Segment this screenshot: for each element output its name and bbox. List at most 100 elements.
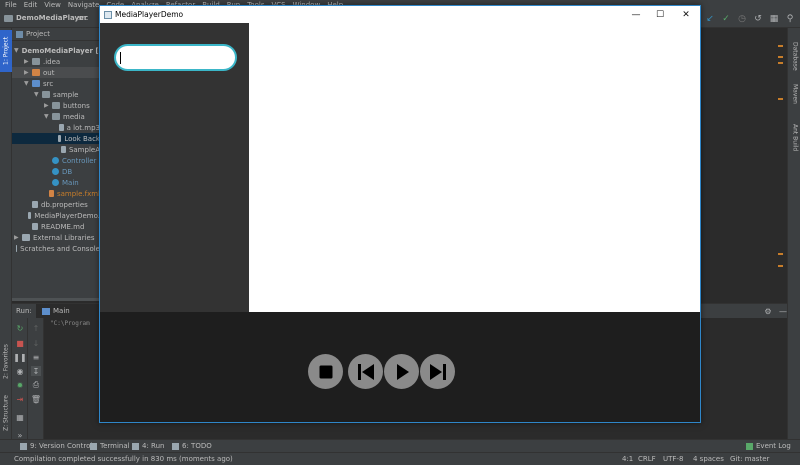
tree-item[interactable]: a lot.mp3 (12, 122, 100, 133)
tree-item[interactable]: Look Back (12, 133, 100, 144)
stop-button[interactable] (308, 354, 343, 389)
down-arrow-icon[interactable]: ↓ (31, 338, 41, 348)
tab-version-control[interactable]: 9: Version Control (20, 442, 92, 450)
layout-icon[interactable]: ▦ (15, 412, 25, 422)
tree-item[interactable]: MediaPlayerDemo. (12, 210, 100, 221)
minimize-icon[interactable]: — (778, 306, 788, 316)
breadcrumb-src[interactable]: src (78, 14, 88, 22)
tree-item[interactable]: ▼ sample (12, 89, 100, 100)
pause-icon[interactable]: ❚❚ (13, 352, 26, 362)
previous-icon (357, 363, 374, 380)
status-message[interactable]: Compilation completed successfully in 83… (14, 455, 233, 463)
tree-item[interactable]: DB (12, 166, 100, 177)
horizontal-scrollbar[interactable] (12, 298, 100, 301)
chevron-down-icon[interactable]: ▼ (24, 80, 32, 87)
gear-icon[interactable]: ⚙ (763, 306, 773, 316)
tree-item[interactable]: ▶ out (12, 67, 100, 78)
chevron-down-icon[interactable]: ▼ (34, 91, 42, 98)
tree-item[interactable]: sample.fxml (12, 188, 100, 199)
tree-item[interactable]: ▶ External Libraries (12, 232, 100, 243)
media-player-content (100, 23, 700, 422)
scroll-to-end-icon[interactable]: ↧ (31, 366, 41, 376)
history-icon[interactable]: ◷ (736, 13, 748, 25)
camera-icon[interactable]: ◉ (15, 366, 25, 376)
tab-ant-build[interactable]: Ant Build (789, 124, 800, 160)
commit-icon[interactable]: ✓ (720, 13, 732, 25)
play-button[interactable] (384, 354, 419, 389)
chevron-right-icon[interactable]: ▶ (24, 69, 32, 76)
update-icon[interactable]: ↙ (704, 13, 716, 25)
chevron-right-icon[interactable]: ▶ (24, 58, 32, 65)
tab-maven[interactable]: Maven (789, 84, 800, 114)
soft-wrap-icon[interactable]: ≡ (31, 352, 41, 362)
folder-icon (32, 58, 40, 65)
tree-item[interactable]: ▼ media (12, 111, 100, 122)
exit-icon[interactable]: ⇥ (15, 394, 25, 404)
stripe-mark[interactable] (778, 265, 783, 267)
tree-item[interactable]: README.md (12, 221, 100, 232)
stripe-mark[interactable] (778, 62, 783, 64)
tree-item[interactable]: Scratches and Console (12, 243, 100, 254)
print-icon[interactable]: ⎙ (31, 380, 41, 390)
search-field-container (114, 44, 237, 71)
stripe-mark[interactable] (778, 253, 783, 255)
bottom-tool-tabs: 9: Version Control Terminal 4: Run 6: TO… (0, 439, 800, 452)
file-icon (60, 146, 66, 153)
video-area[interactable] (249, 23, 700, 312)
chevron-right-icon[interactable]: ▶ (14, 234, 22, 241)
tree-item[interactable]: ▶ .idea (12, 56, 100, 67)
project-panel-header[interactable]: Project (12, 28, 100, 41)
menu-file[interactable]: File (5, 1, 17, 9)
chevron-down-icon[interactable]: ▼ (44, 113, 52, 120)
tree-item[interactable]: db.properties (12, 199, 100, 210)
line-separator[interactable]: CRLF (638, 455, 656, 463)
next-button[interactable] (420, 354, 455, 389)
stripe-mark[interactable] (778, 45, 783, 47)
window-titlebar[interactable]: MediaPlayerDemo — ☐ ✕ (100, 6, 700, 23)
project-panel-title: Project (26, 30, 50, 38)
rollback-icon[interactable]: ↺ (752, 13, 764, 25)
git-branch[interactable]: Git: master (730, 455, 769, 463)
tab-terminal[interactable]: Terminal (90, 442, 130, 450)
console-output[interactable]: "C:\Program (50, 320, 90, 327)
tree-item[interactable]: Controller (12, 155, 100, 166)
tab-database[interactable]: Database (789, 42, 800, 82)
tree-item-label: Look Back (64, 134, 100, 143)
tree-item[interactable]: Main (12, 177, 100, 188)
tree-item[interactable]: SampleA (12, 144, 100, 155)
tab-todo[interactable]: 6: TODO (172, 442, 212, 450)
previous-button[interactable] (348, 354, 383, 389)
stripe-mark[interactable] (778, 98, 783, 100)
tree-item[interactable]: ▶ buttons (12, 100, 100, 111)
chevron-right-icon[interactable]: ▶ (44, 102, 52, 109)
tab-run[interactable]: 4: Run (132, 442, 164, 450)
search-input[interactable] (121, 51, 221, 64)
tab-structure[interactable]: Z: Structure (0, 390, 12, 436)
layout-icon[interactable]: ▦ (768, 13, 780, 25)
rerun-icon[interactable]: ↻ (15, 323, 25, 333)
tab-project[interactable]: 1: Project (0, 30, 12, 72)
up-arrow-icon[interactable]: ↑ (31, 323, 41, 333)
folder-icon (32, 69, 40, 76)
menu-navigate[interactable]: Navigate (68, 1, 99, 9)
trash-icon[interactable]: 🗑 (31, 394, 41, 404)
indent-setting[interactable]: 4 spaces (693, 455, 724, 463)
breadcrumb-project[interactable]: DemoMediaPlayer (4, 14, 87, 22)
stop-icon[interactable]: ■ (15, 338, 25, 348)
maximize-button[interactable]: ☐ (650, 8, 670, 21)
tree-item[interactable]: ▼ DemoMediaPlayer [M (12, 45, 106, 56)
tab-favorites[interactable]: 2: Favorites (0, 334, 12, 390)
stripe-mark[interactable] (778, 56, 783, 58)
close-button[interactable]: ✕ (676, 8, 696, 21)
search-icon[interactable]: ⚲ (784, 13, 796, 25)
file-encoding[interactable]: UTF-8 (663, 455, 683, 463)
chevron-down-icon[interactable]: ▼ (14, 47, 19, 54)
minimize-button[interactable]: — (626, 8, 646, 21)
editor-area[interactable] (700, 28, 787, 300)
menu-view[interactable]: View (44, 1, 61, 9)
tab-event-log[interactable]: Event Log (746, 442, 791, 450)
debug-icon[interactable]: ✹ (15, 380, 25, 390)
caret-position[interactable]: 4:1 (622, 455, 633, 463)
tree-item[interactable]: ▼ src (12, 78, 100, 89)
menu-edit[interactable]: Edit (24, 1, 38, 9)
